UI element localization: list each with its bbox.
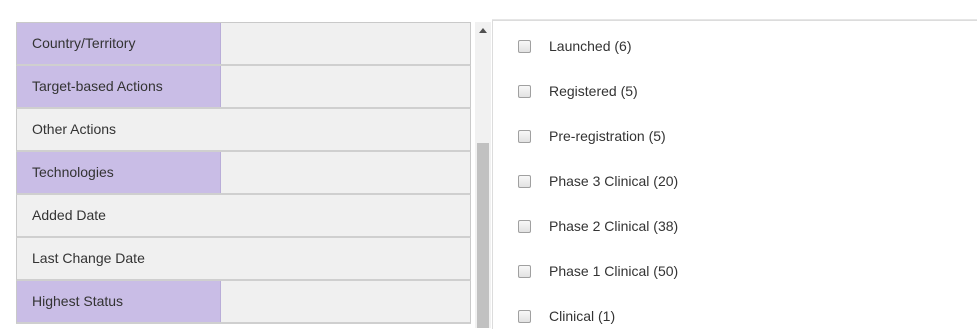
status-option-label: Pre-registration (5) [549,128,666,144]
filter-category-other-actions[interactable]: Other Actions [16,109,471,152]
status-option-phase-1-clinical[interactable]: Phase 1 Clinical (50) [518,260,678,282]
status-option-phase-3-clinical[interactable]: Phase 3 Clinical (20) [518,170,678,192]
status-option-pre-registration[interactable]: Pre-registration (5) [518,125,666,147]
status-checkbox[interactable] [518,129,531,143]
scroll-up-arrow-icon[interactable] [475,22,491,38]
filter-category-target-based-actions[interactable]: Target-based Actions [16,66,471,109]
filter-category-added-date[interactable]: Added Date [16,195,471,238]
filter-list-scrollbar-thumb[interactable] [477,143,489,328]
filter-category-technologies[interactable]: Technologies [16,152,471,195]
status-checkbox[interactable] [518,219,531,233]
filter-category-label: Added Date [32,207,106,223]
status-option-label: Launched (6) [549,38,632,54]
status-option-label: Phase 2 Clinical (38) [549,218,679,234]
filter-category-label: Target-based Actions [32,78,163,94]
filter-category-last-change-date[interactable]: Last Change Date [16,238,471,281]
filter-category-country-territory[interactable]: Country/Territory [16,23,471,66]
status-option-label: Phase 3 Clinical (20) [549,173,679,189]
filter-category-label: Other Actions [32,121,117,137]
filter-category-list: Country/Territory Target-based Actions O… [16,22,471,324]
filter-category-highest-status[interactable]: Highest Status [16,281,471,324]
status-checkbox[interactable] [518,39,531,53]
status-option-clinical[interactable]: Clinical (1) [518,305,615,327]
status-checkbox[interactable] [518,84,531,98]
status-option-registered[interactable]: Registered (5) [518,80,638,102]
status-checkbox[interactable] [518,174,531,188]
status-options-pane: Launched (6) Registered (5) Pre-registra… [492,20,977,329]
status-checkbox[interactable] [518,309,531,323]
status-option-launched[interactable]: Launched (6) [518,35,632,57]
filter-category-pane: Country/Territory Target-based Actions O… [0,0,492,328]
status-option-label: Registered (5) [549,83,638,99]
status-option-label: Clinical (1) [549,308,616,324]
status-checkbox[interactable] [518,264,531,278]
filter-category-label: Highest Status [32,293,124,309]
filter-category-label: Technologies [32,164,114,180]
status-option-label: Phase 1 Clinical (50) [549,263,679,279]
filter-category-label: Country/Territory [32,35,136,51]
status-option-phase-2-clinical[interactable]: Phase 2 Clinical (38) [518,215,678,237]
filter-category-label: Last Change Date [32,250,145,266]
